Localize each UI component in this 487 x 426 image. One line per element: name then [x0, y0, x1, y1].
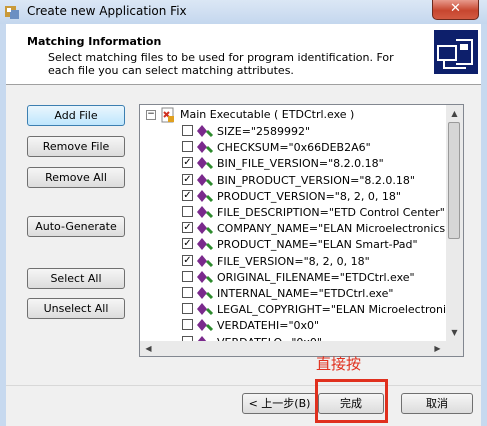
tree-item-label: ORIGINAL_FILENAME="ETDCtrl.exe" [217, 270, 415, 284]
wizard-header: Matching Information Select matching fil… [6, 24, 481, 85]
attribute-icon [197, 335, 209, 341]
tree-item-label: FILE_DESCRIPTION="ETD Control Center" [217, 206, 445, 219]
footer-divider [6, 385, 481, 386]
compatibility-logo-icon [434, 30, 478, 74]
attribute-icon [197, 125, 214, 138]
close-button[interactable]: ✕ [432, 0, 479, 20]
tree-item-label: BIN_PRODUCT_VERSION="8.2.0.18" [217, 173, 415, 187]
attribute-icon [197, 303, 214, 316]
auto-generate-button[interactable]: Auto-Generate [27, 216, 125, 237]
tree-item-label: COMPANY_NAME="ELAN Microelectronics Corp… [217, 222, 446, 236]
select-all-button[interactable]: Select All [27, 268, 125, 289]
back-button[interactable]: < 上一步(B) [242, 393, 317, 414]
attribute-icon [197, 206, 214, 219]
scrollbar-corner [446, 341, 463, 356]
checkbox-checked[interactable]: ✓ [182, 254, 193, 266]
attribute-icon [197, 287, 214, 300]
collapse-icon[interactable]: − [146, 110, 156, 120]
annotation-highlight-box [315, 379, 388, 423]
attribute-icon [197, 141, 214, 154]
tree-root-label: Main Executable ( ETDCtrl.exe ) [180, 108, 355, 121]
page-description: Select matching files to be used for pro… [48, 51, 394, 77]
unselect-all-button[interactable]: Unselect All [27, 298, 125, 319]
scroll-right-arrow-icon[interactable]: ▶ [429, 341, 446, 356]
attribute-icon [197, 222, 214, 235]
checkbox-unchecked[interactable] [182, 319, 193, 331]
tree-item-label: BIN_FILE_VERSION="8.2.0.18" [217, 157, 384, 171]
remove-file-button[interactable]: Remove File [27, 136, 125, 157]
window-frame-right [481, 24, 487, 426]
tree-item-label: PRODUCT_VERSION="8, 2, 0, 18" [217, 189, 401, 203]
title-bar: Create new Application Fix ✕ [0, 0, 487, 24]
add-file-button[interactable]: Add File [27, 105, 125, 126]
checkbox-unchecked[interactable] [182, 270, 193, 282]
horizontal-scrollbar[interactable] [140, 341, 446, 356]
checkbox-unchecked[interactable] [182, 303, 193, 315]
tree-item-label: PRODUCT_NAME="ELAN Smart-Pad" [217, 238, 418, 252]
checkbox-checked[interactable]: ✓ [182, 222, 193, 234]
attribute-icon [197, 319, 214, 332]
scroll-down-arrow-icon[interactable]: ▼ [446, 324, 463, 341]
cancel-button[interactable]: 取消 [401, 393, 473, 414]
checkbox-checked[interactable]: ✓ [182, 157, 193, 169]
tree-item-label: INTERNAL_NAME="ETDCtrl.exe" [217, 287, 394, 300]
attribute-icon [197, 254, 214, 267]
checkbox-unchecked[interactable] [182, 125, 193, 136]
vertical-scroll-thumb[interactable] [448, 122, 460, 239]
attribute-icon [197, 270, 214, 283]
tree-item-label: FILE_VERSION="8, 2, 0, 18" [217, 254, 370, 268]
app-fix-icon [5, 6, 19, 19]
remove-all-button[interactable]: Remove All [27, 167, 125, 188]
executable-icon [161, 107, 174, 123]
attribute-icon [197, 238, 214, 251]
checkbox-unchecked[interactable] [182, 206, 193, 217]
checkbox-unchecked[interactable] [182, 141, 193, 153]
tree-item-label: SIZE="2589992" [217, 125, 311, 138]
scroll-up-arrow-icon[interactable]: ▲ [446, 105, 463, 122]
window-title: Create new Application Fix [27, 4, 187, 18]
tree-item-label: LEGAL_COPYRIGHT="ELAN Microelectronics C… [217, 303, 446, 317]
attribute-icon [197, 157, 214, 170]
attribute-icon [197, 189, 214, 202]
checkbox-checked[interactable]: ✓ [182, 238, 193, 250]
tree-items-viewport: SIZE="2589992" CHECKSUM="0x66DEB2A6" ✓ BIN_… [140, 122, 446, 341]
tree-item-label: CHECKSUM="0x66DEB2A6" [217, 141, 371, 155]
checkbox-checked[interactable]: ✓ [182, 173, 193, 185]
attribute-icon [197, 173, 214, 186]
checkbox-checked[interactable]: ✓ [182, 189, 193, 201]
scroll-left-arrow-icon[interactable]: ◀ [140, 341, 157, 356]
annotation-text: 直接按 [316, 355, 362, 373]
checkbox-unchecked[interactable] [182, 287, 193, 298]
tree-item-label: VERDATEHI="0x0" [217, 319, 320, 333]
page-title: Matching Information [27, 35, 162, 48]
